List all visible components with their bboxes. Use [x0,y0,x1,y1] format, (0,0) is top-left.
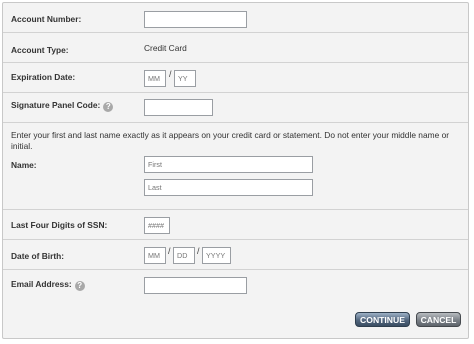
dob-year-input[interactable] [202,247,231,264]
account-type-label: Account Type: [11,45,69,55]
dob-separator-1: / [168,246,171,256]
expiration-date-label: Expiration Date: [11,72,76,82]
ssn-input[interactable] [144,217,170,234]
email-label-text: Email Address: [11,279,72,289]
dob-day-input[interactable] [173,247,195,264]
account-number-input[interactable] [144,11,247,28]
email-input[interactable] [144,277,247,294]
dob-separator-2: / [197,246,200,256]
continue-button[interactable]: CONTINUE [355,312,410,327]
name-label: Name: [11,160,37,170]
account-verification-form: Account Number: Account Type: Credit Car… [2,2,469,339]
expiration-year-input[interactable] [174,70,196,87]
signature-code-input[interactable] [144,99,213,116]
email-label: Email Address:? [11,279,85,291]
signature-code-row: Signature Panel Code:? [3,93,468,123]
account-type-value: Credit Card [144,43,187,53]
account-number-label: Account Number: [11,14,82,24]
last-name-input[interactable] [144,179,313,196]
expiration-month-input[interactable] [144,70,166,87]
cancel-button[interactable]: CANCEL [416,312,461,327]
help-icon[interactable]: ? [74,281,85,291]
signature-code-label: Signature Panel Code:? [11,100,114,112]
dob-month-input[interactable] [144,247,166,264]
date-of-birth-row: Date of Birth: / / [3,240,468,270]
ssn-row: Last Four Digits of SSN: [3,210,468,240]
account-type-row: Account Type: Credit Card [3,33,468,63]
help-icon[interactable]: ? [103,102,114,112]
first-name-input[interactable] [144,156,313,173]
account-number-row: Account Number: [3,3,468,33]
email-row: Email Address:? [3,270,468,302]
name-instructions: Enter your first and last name exactly a… [11,130,450,151]
name-row: Enter your first and last name exactly a… [3,123,468,210]
date-of-birth-label: Date of Birth: [11,251,65,261]
signature-code-label-text: Signature Panel Code: [11,100,101,110]
ssn-label: Last Four Digits of SSN: [11,220,108,230]
expiration-date-row: Expiration Date: / [3,63,468,93]
expiration-separator: / [169,69,172,79]
